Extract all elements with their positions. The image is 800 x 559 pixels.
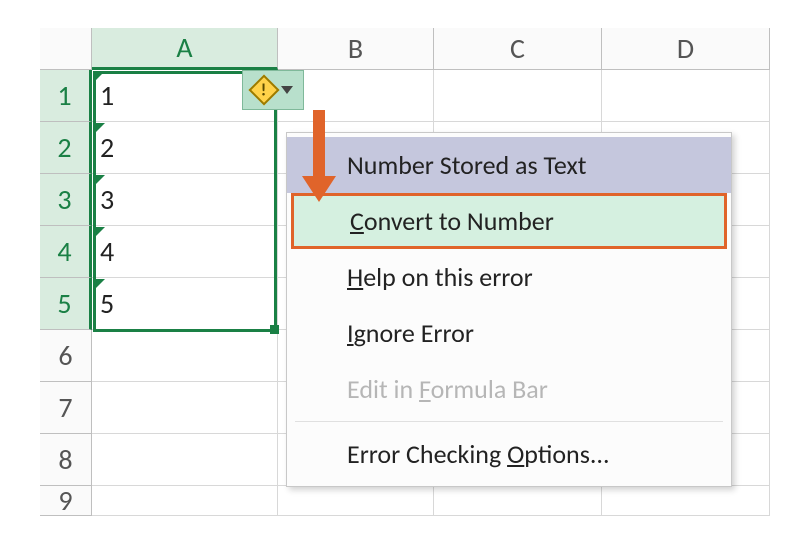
- cell-a8[interactable]: [92, 434, 278, 486]
- excel-screenshot: A B C D 1 1 2 2 3 3: [0, 0, 800, 559]
- row-header-7[interactable]: 7: [40, 382, 92, 434]
- cell-a2[interactable]: 2: [92, 122, 278, 174]
- cell-a3[interactable]: 3: [92, 174, 278, 226]
- column-header-c[interactable]: C: [434, 28, 602, 70]
- menu-item-edit-in-formula-bar: Edit in Formula Bar: [287, 361, 731, 417]
- cell-a9[interactable]: [92, 486, 278, 516]
- cell-b9[interactable]: [278, 486, 434, 516]
- menu-item-label: Error Checking Options...: [347, 438, 610, 470]
- column-header-a[interactable]: A: [92, 28, 278, 70]
- cell-a5[interactable]: 5: [92, 278, 278, 330]
- cell-d1[interactable]: [602, 70, 770, 122]
- chevron-down-icon: [281, 86, 293, 94]
- error-check-menu: Number Stored as Text Convert to Number …: [286, 132, 732, 487]
- menu-header-number-stored-as-text: Number Stored as Text: [287, 137, 731, 193]
- menu-separator: [295, 421, 723, 422]
- warning-exclaim: !: [261, 79, 267, 100]
- column-header-b[interactable]: B: [278, 28, 434, 70]
- row-header-6[interactable]: 6: [40, 330, 92, 382]
- error-smart-tag[interactable]: !: [242, 70, 304, 110]
- row-header-1[interactable]: 1: [40, 70, 92, 122]
- row-9: 9: [40, 486, 780, 516]
- row-header-4[interactable]: 4: [40, 226, 92, 278]
- row-header-3[interactable]: 3: [40, 174, 92, 226]
- menu-item-label: Convert to Number: [350, 205, 554, 237]
- cell-c1[interactable]: [434, 70, 602, 122]
- menu-item-error-checking-options[interactable]: Error Checking Options...: [287, 426, 731, 482]
- row-1: 1 1: [40, 70, 780, 122]
- menu-item-help-on-this-error[interactable]: Help on this error: [287, 249, 731, 305]
- menu-item-label: Edit in Formula Bar: [347, 373, 548, 405]
- row-header-9[interactable]: 9: [40, 486, 92, 516]
- menu-item-convert-to-number[interactable]: Convert to Number: [291, 193, 727, 249]
- cell-a4[interactable]: 4: [92, 226, 278, 278]
- cell-c9[interactable]: [434, 486, 602, 516]
- menu-item-label: Ignore Error: [347, 317, 474, 349]
- menu-item-ignore-error[interactable]: Ignore Error: [287, 305, 731, 361]
- cell-d9[interactable]: [602, 486, 770, 516]
- row-header-5[interactable]: 5: [40, 278, 92, 330]
- cell-a7[interactable]: [92, 382, 278, 434]
- select-all-corner[interactable]: [40, 28, 92, 70]
- column-headers: A B C D: [40, 28, 780, 70]
- warning-diamond-icon: !: [248, 74, 279, 105]
- row-header-8[interactable]: 8: [40, 434, 92, 486]
- cell-a6[interactable]: [92, 330, 278, 382]
- menu-item-label: Help on this error: [347, 261, 533, 293]
- row-header-2[interactable]: 2: [40, 122, 92, 174]
- column-header-d[interactable]: D: [602, 28, 770, 70]
